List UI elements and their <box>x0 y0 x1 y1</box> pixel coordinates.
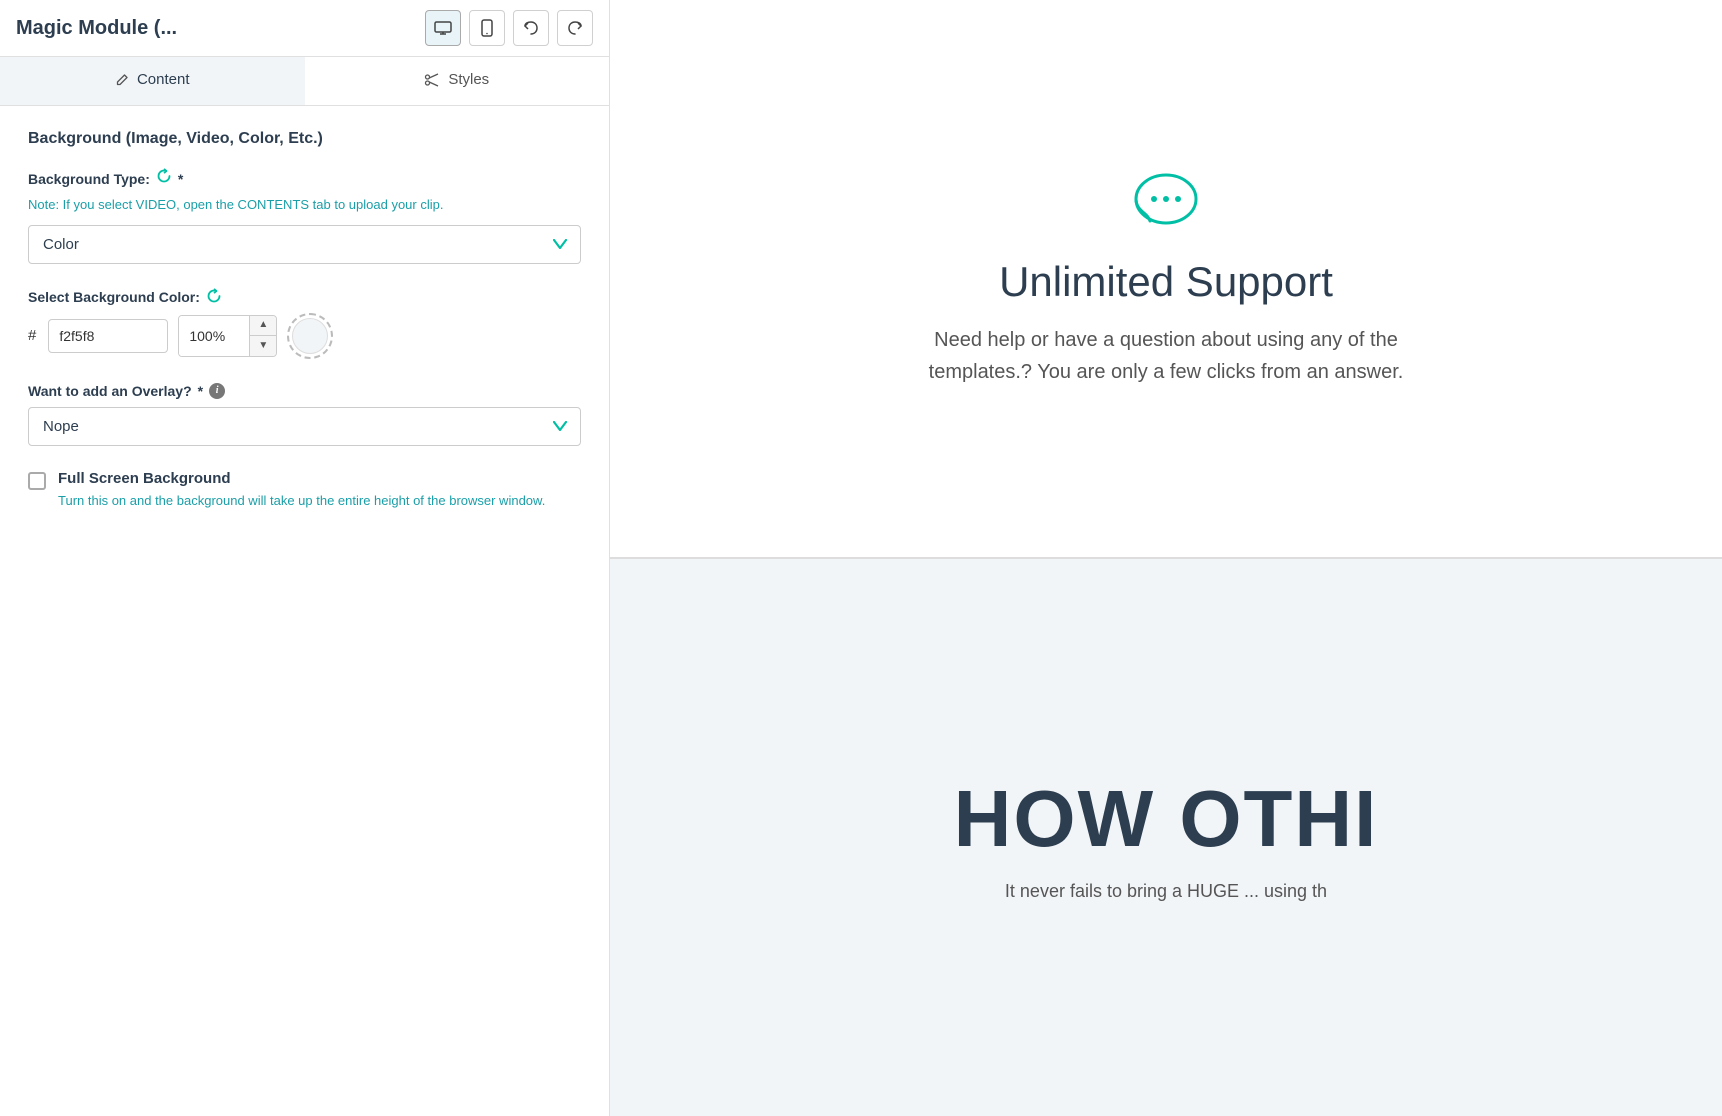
opacity-wrapper: ▲ ▼ <box>178 315 277 357</box>
desktop-icon <box>434 21 452 35</box>
color-circle-preview <box>292 318 328 354</box>
preview-bottom: HOW OTHI It never fails to bring a HUGE … <box>610 559 1722 1116</box>
mobile-view-button[interactable] <box>469 10 505 46</box>
preview-title: Unlimited Support <box>999 258 1333 306</box>
overlay-section: Want to add an Overlay? * i Nope Yes <box>28 383 581 446</box>
fullscreen-checkbox[interactable] <box>28 472 46 490</box>
overlay-select[interactable]: Nope Yes <box>28 407 581 446</box>
background-type-select[interactable]: Color Image Video <box>28 225 581 264</box>
refresh-icon-bg-color[interactable] <box>206 288 222 307</box>
fullscreen-text: Full Screen Background Turn this on and … <box>58 470 545 512</box>
tab-styles[interactable]: Styles <box>305 57 610 105</box>
tab-content[interactable]: Content <box>0 57 305 105</box>
pencil-icon <box>115 73 129 87</box>
background-color-label: Select Background Color: <box>28 288 581 307</box>
refresh-icon-bg-type[interactable] <box>156 168 172 189</box>
mobile-icon <box>481 19 493 37</box>
opacity-down-button[interactable]: ▼ <box>250 336 276 356</box>
color-hex-input[interactable]: f2f5f8 <box>48 319 168 353</box>
overlay-select-wrapper: Nope Yes <box>28 407 581 446</box>
section-title: Background (Image, Video, Color, Etc.) <box>28 130 581 148</box>
preview-description: Need help or have a question about using… <box>916 324 1416 388</box>
fullscreen-row: Full Screen Background Turn this on and … <box>28 470 581 512</box>
redo-button[interactable] <box>557 10 593 46</box>
header-bar: Magic Module (... <box>0 0 609 57</box>
color-circle-wrapper[interactable] <box>287 313 333 359</box>
panel-content: Background (Image, Video, Color, Etc.) B… <box>0 106 609 1116</box>
color-row: # f2f5f8 ▲ ▼ <box>28 313 581 359</box>
fullscreen-note: Turn this on and the background will tak… <box>58 491 545 512</box>
opacity-up-button[interactable]: ▲ <box>250 316 276 336</box>
module-title: Magic Module (... <box>16 17 417 40</box>
preview-top: Unlimited Support Need help or have a qu… <box>610 0 1722 558</box>
chat-bubble-icon <box>1130 169 1202 233</box>
opacity-input[interactable] <box>179 316 249 356</box>
undo-icon <box>523 21 539 35</box>
chat-icon-wrapper <box>1130 169 1202 238</box>
scissors-icon <box>424 73 440 87</box>
big-description: It never fails to bring a HUGE ... using… <box>1005 881 1327 902</box>
redo-icon <box>567 21 583 35</box>
background-type-label: Background Type: * <box>28 168 581 189</box>
left-panel: Magic Module (... <box>0 0 610 1116</box>
overlay-info-icon[interactable]: i <box>209 383 225 399</box>
big-heading: HOW OTHI <box>954 773 1379 865</box>
overlay-label: Want to add an Overlay? * i <box>28 383 581 399</box>
background-type-select-wrapper: Color Image Video <box>28 225 581 264</box>
desktop-view-button[interactable] <box>425 10 461 46</box>
stepper-buttons: ▲ ▼ <box>249 316 276 356</box>
tabs-row: Content Styles <box>0 57 609 106</box>
hash-symbol: # <box>28 327 36 344</box>
undo-button[interactable] <box>513 10 549 46</box>
fullscreen-label: Full Screen Background <box>58 470 545 487</box>
background-type-note: Note: If you select VIDEO, open the CONT… <box>28 195 581 215</box>
right-panel: Unlimited Support Need help or have a qu… <box>610 0 1722 1116</box>
